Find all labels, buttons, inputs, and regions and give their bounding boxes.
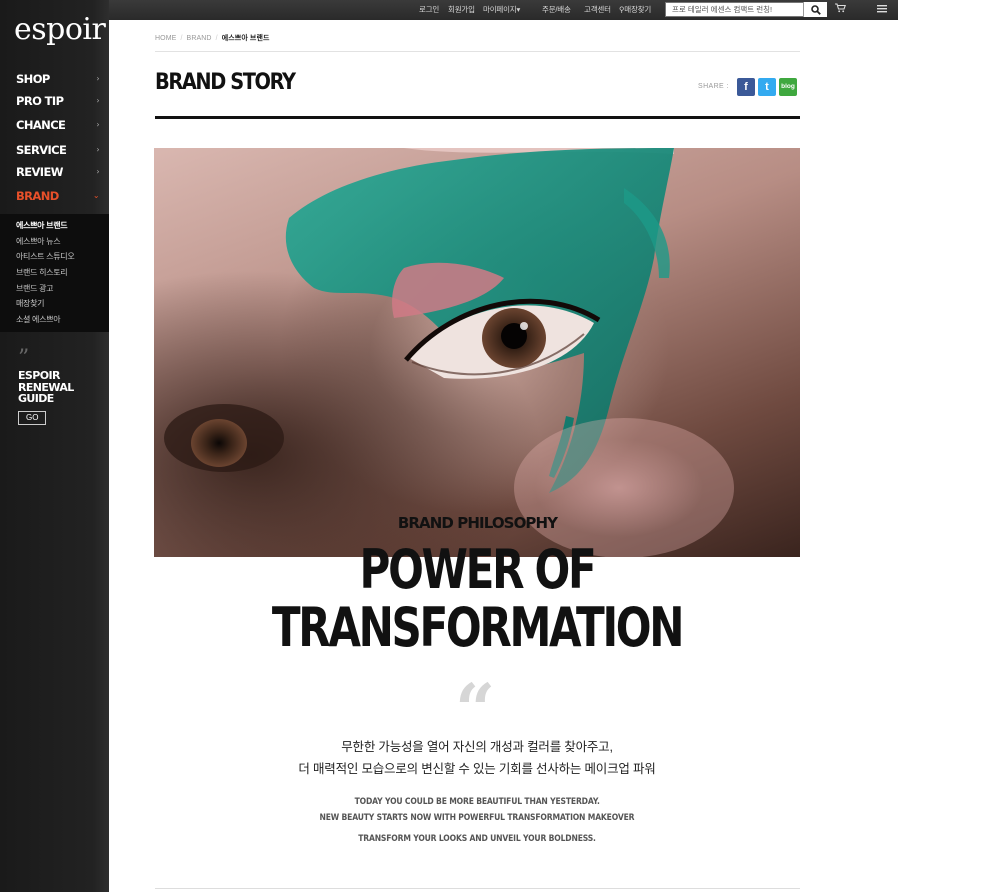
breadcrumb-brand[interactable]: BRAND [187,35,212,42]
english-copy-line3-text: TRANSFORM YOUR LOOKS AND UNVEIL YOUR BOL… [358,834,596,844]
nav-service[interactable]: SERVICE › [0,139,109,161]
nav-review-label: REVIEW [16,165,63,179]
nav-shop[interactable]: SHOP › [0,68,109,90]
nav-chance-label: CHANCE [16,118,66,132]
english-copy-line2: NEW BEAUTY STARTS NOW WITH POWERFUL TRAN… [154,813,800,823]
blog-icon: blog [781,83,795,90]
signup-link[interactable]: 회원가입 [448,0,475,20]
quote-icon: ” [18,346,30,371]
store-finder-label: 매장찾기 [624,5,652,14]
breadcrumb-separator: / [180,35,183,42]
chevron-right-icon: › [96,96,99,105]
twitter-icon: t [765,81,769,93]
english-copy-line2-text: NEW BEAUTY STARTS NOW WITH POWERFUL TRAN… [319,813,635,823]
cart-icon [834,3,846,13]
search-icon [810,5,821,15]
espoir-logo[interactable]: espoir [14,12,106,47]
share-label: SHARE : [698,83,729,90]
mypage-link[interactable]: 마이페이지▾ [483,0,520,20]
subnav-item-artist-studio[interactable]: 아티스트 스튜디오 [0,249,109,265]
guide-title-line3: GUIDE [18,392,54,405]
nav-review[interactable]: REVIEW › [0,161,109,183]
divider [155,888,800,889]
subnav-item-social[interactable]: 소셜 에스쁘아 [0,312,109,328]
subnav-item-news[interactable]: 에스쁘아 뉴스 [0,234,109,250]
order-delivery-link[interactable]: 주문/배송 [542,0,571,20]
hero-image [154,148,800,557]
nav-shop-label: SHOP [16,72,50,86]
breadcrumb-home[interactable]: HOME [155,35,176,42]
english-copy-line1-text: TODAY YOU COULD BE MORE BEAUTIFUL THAN Y… [354,797,600,807]
chevron-right-icon: › [96,74,99,83]
sidebar: espoir SHOP › PRO TIP › CHANCE › SERVICE… [0,0,109,892]
menu-icon [877,5,887,13]
caret-down-icon: ▾ [516,5,521,14]
subnav-item-stores[interactable]: 매장찾기 [0,296,109,312]
headline-line2: TRANSFORMATION [271,596,685,659]
breadcrumb: HOME / BRAND / 에스쁘아 브랜드 [155,33,270,43]
nav-pro-tip-label: PRO TIP [16,94,64,108]
mypage-label: 마이페이지 [483,5,517,14]
chevron-right-icon: › [96,145,99,154]
top-bar: 로그인 회원가입 마이페이지▾ 주문/배송 고객센터 ⚲매장찾기 프로 테일러 … [109,0,1005,20]
menu-button[interactable] [871,3,893,17]
nav-pro-tip[interactable]: PRO TIP › [0,90,109,112]
section-subtitle: BRAND PHILOSOPHY [397,514,558,532]
nav-brand[interactable]: BRAND ⌄ [0,185,109,207]
nav-service-label: SERVICE [16,143,67,157]
nav-brand-label: BRAND [16,189,59,203]
makeup-eye-illustration [154,148,800,557]
store-finder-link[interactable]: ⚲매장찾기 [619,0,651,20]
english-copy-line3: TRANSFORM YOUR LOOKS AND UNVEIL YOUR BOL… [154,834,800,844]
title-underline [155,116,800,119]
subnav-item-ads[interactable]: 브랜드 광고 [0,281,109,297]
login-link[interactable]: 로그인 [419,0,439,20]
cart-button[interactable] [829,3,851,17]
blog-share-button[interactable]: blog [779,78,797,96]
quote-icon: “ [455,668,496,751]
twitter-share-button[interactable]: t [758,78,776,96]
chevron-down-icon: ⌄ [92,191,100,200]
guide-go-button[interactable]: GO [18,410,47,425]
page-title: BRAND STORY [155,70,296,95]
nav-chance[interactable]: CHANCE › [0,114,109,136]
chevron-right-icon: › [96,120,99,129]
brand-subnav: 에스쁘아 브랜드 에스쁘아 뉴스 아티스트 스튜디오 브랜드 히스토리 브랜드 … [0,214,109,332]
divider [155,51,800,52]
facebook-share-button[interactable]: f [737,78,755,96]
breadcrumb-separator: / [215,35,218,42]
customer-center-link[interactable]: 고객센터 [584,0,611,20]
korean-copy-line1: 무한한 가능성을 열어 자신의 개성과 컬러를 찾아주고, [341,740,613,754]
facebook-icon: f [744,81,748,93]
subnav-item-history[interactable]: 브랜드 히스토리 [0,265,109,281]
subnav-item-brand[interactable]: 에스쁘아 브랜드 [0,218,109,234]
korean-copy-line2: 더 매력적인 모습으로의 변신할 수 있는 기회를 선사하는 메이크업 파워 [298,762,656,776]
english-copy-line1: TODAY YOU COULD BE MORE BEAUTIFUL THAN Y… [154,797,800,807]
renewal-guide-promo[interactable]: ” ESPOIR RENEWAL GUIDE GO [18,346,74,425]
headline-line1: POWER OF [359,538,597,601]
topbar-edge [898,0,1005,20]
guide-title-line1: ESPOIR [18,369,60,382]
chevron-right-icon: › [96,167,99,176]
search-button[interactable] [803,2,827,17]
breadcrumb-current: 에스쁘아 브랜드 [221,35,270,42]
headline: POWER OF TRANSFORMATION [154,541,800,657]
